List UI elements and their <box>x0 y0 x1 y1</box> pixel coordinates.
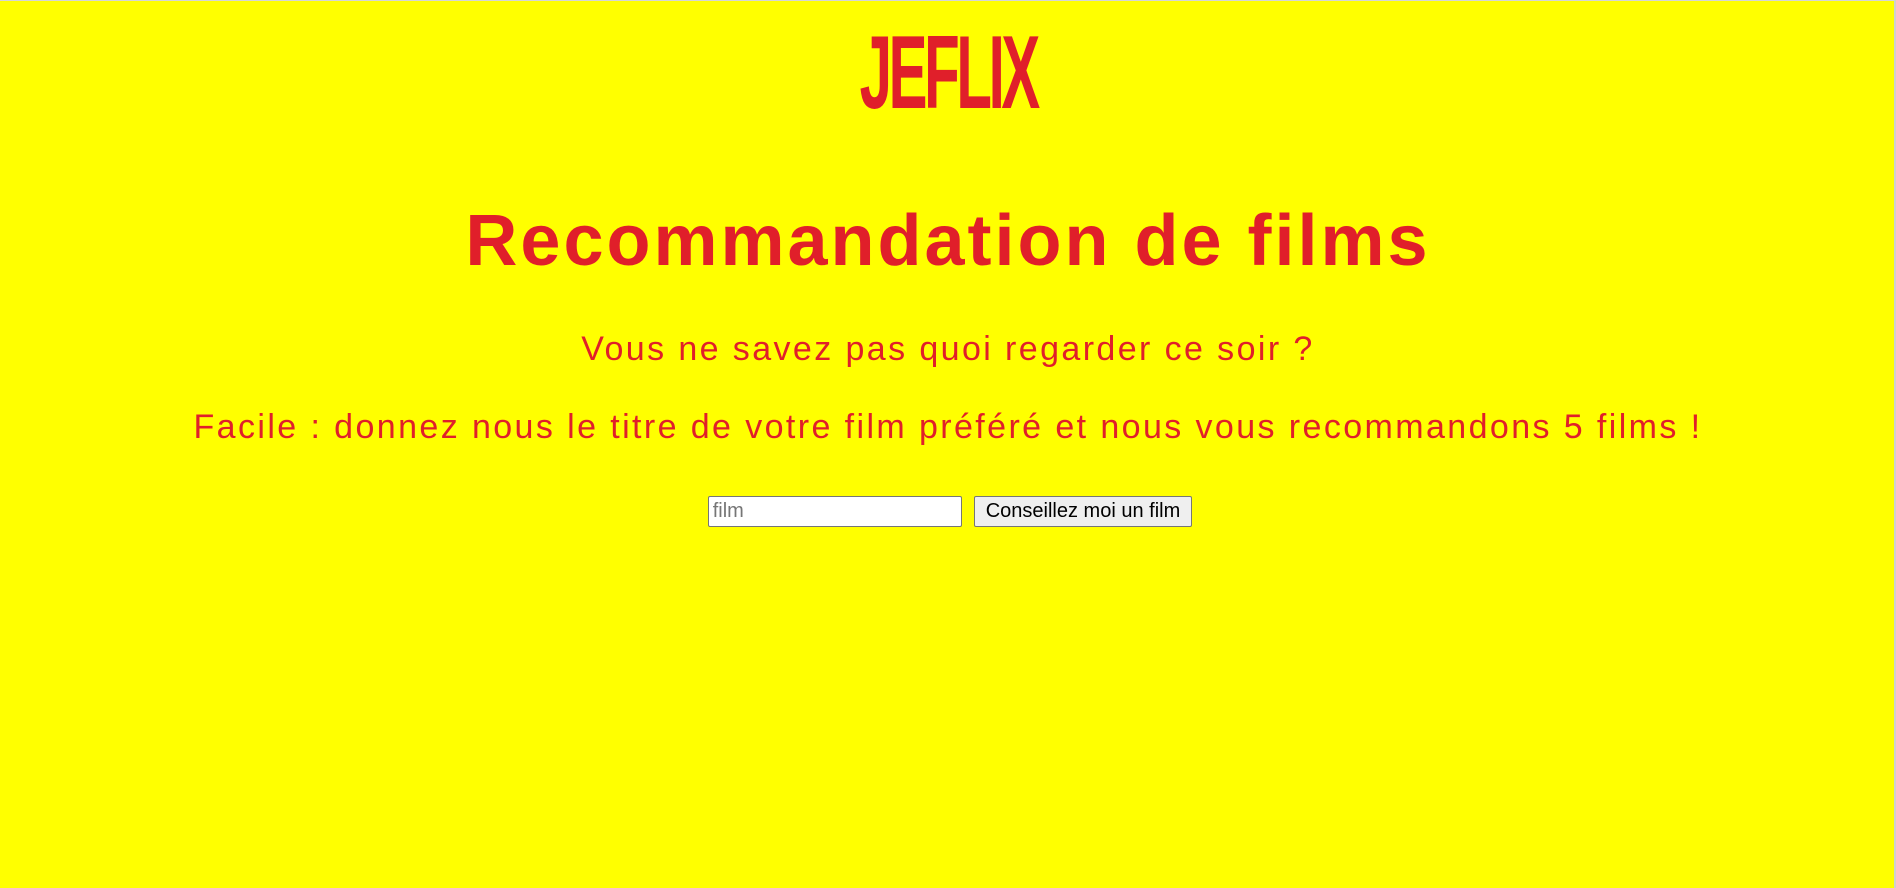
logo: JEFLIX <box>859 15 1040 131</box>
page: JEFLIX Recommandation de films Vous ne s… <box>0 0 1896 888</box>
page-title: Recommandation de films <box>465 201 1431 281</box>
subtitle: Vous ne savez pas quoi regarder ce soir … <box>581 330 1315 368</box>
recommendation-form: Conseillez moi un film <box>0 496 1896 527</box>
logo-container: JEFLIX <box>0 15 1896 131</box>
recommend-button[interactable]: Conseillez moi un film <box>973 496 1193 527</box>
film-input[interactable] <box>707 496 962 527</box>
instructions-text: Facile : donnez nous le titre de votre f… <box>193 408 1703 446</box>
